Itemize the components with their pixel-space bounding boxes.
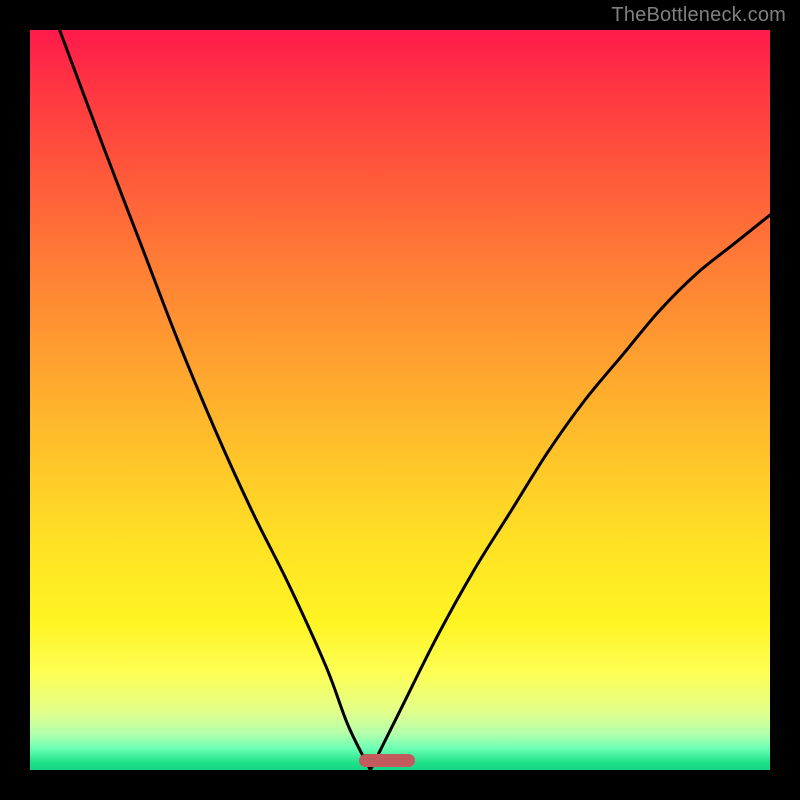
curve-layer (30, 30, 770, 770)
chart-frame: TheBottleneck.com (0, 0, 800, 800)
left-curve (60, 30, 371, 770)
watermark-text: TheBottleneck.com (611, 4, 786, 27)
optimum-marker (359, 754, 415, 767)
right-curve (370, 215, 770, 770)
plot-area (30, 30, 770, 770)
